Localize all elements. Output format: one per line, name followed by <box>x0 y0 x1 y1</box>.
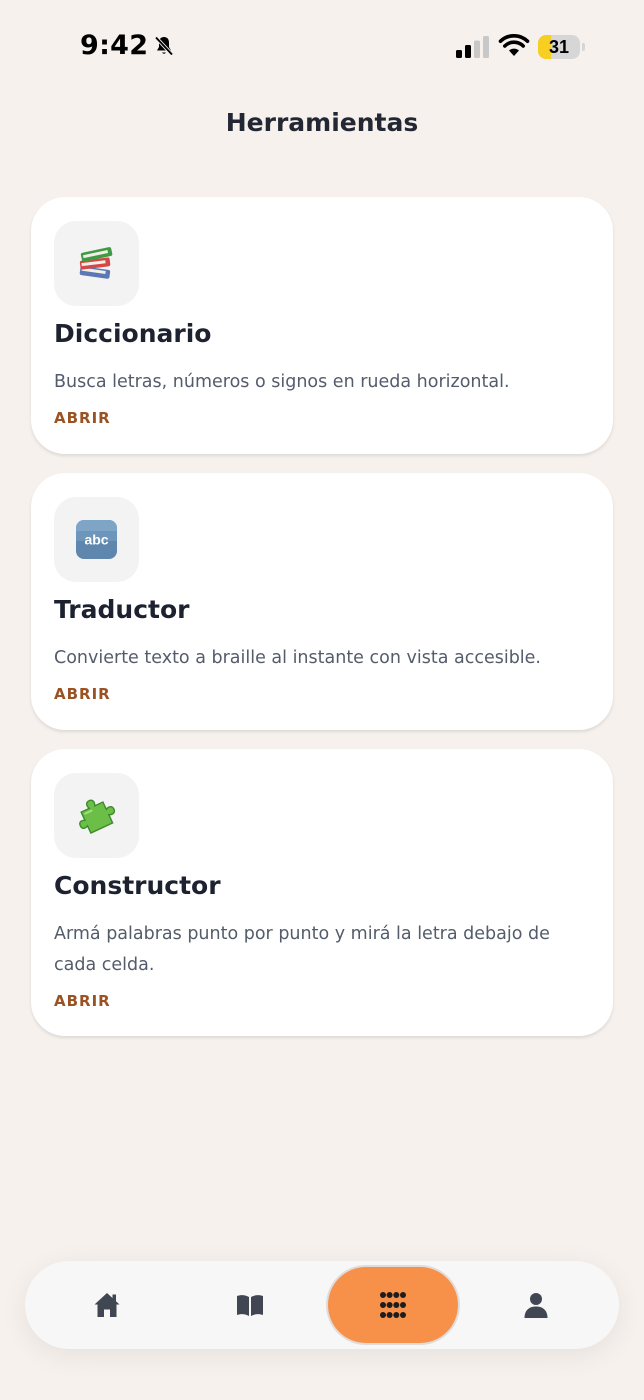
tool-icon-tile: abc <box>54 497 139 582</box>
tool-title: Constructor <box>54 871 221 900</box>
tab-tools[interactable] <box>328 1267 458 1343</box>
page-title: Herramientas <box>225 108 419 137</box>
books-icon <box>79 247 113 279</box>
puzzle-piece-icon <box>79 799 116 834</box>
book-open-icon <box>237 1295 263 1316</box>
abc-icon: abc <box>76 520 117 559</box>
bottom-tab-bar <box>25 1261 619 1349</box>
user-icon <box>524 1293 548 1318</box>
tool-card-traductor[interactable]: abc Traductor Convierte texto a braille … <box>31 473 613 730</box>
open-constructor-link[interactable]: ABRIR <box>54 992 111 1010</box>
tool-icon-tile <box>54 221 139 306</box>
open-traductor-link[interactable]: ABRIR <box>54 685 111 703</box>
battery-indicator: 31 <box>538 35 580 59</box>
tab-profile[interactable] <box>471 1267 601 1343</box>
wifi-icon <box>498 34 530 56</box>
tool-title: Diccionario <box>54 319 212 348</box>
battery-percentage: 31 <box>548 37 570 57</box>
tool-title: Traductor <box>54 595 190 624</box>
cellular-signal-icon <box>456 36 489 58</box>
status-bar: 9:42 31 <box>0 0 644 96</box>
svg-text:abc: abc <box>84 532 108 548</box>
home-icon <box>94 1293 120 1317</box>
tool-description: Convierte texto a braille al instante co… <box>54 648 541 668</box>
tool-description: Armá palabras punto por punto y mirá la … <box>54 924 550 975</box>
battery-cap <box>582 43 585 51</box>
tool-icon-tile <box>54 773 139 858</box>
tool-card-constructor[interactable]: Constructor Armá palabras punto por punt… <box>31 749 613 1036</box>
tab-library[interactable] <box>185 1267 315 1343</box>
status-time-group: 9:42 <box>80 30 176 61</box>
status-time: 9:42 <box>80 30 149 61</box>
grid-icon <box>380 1292 406 1318</box>
tool-card-diccionario[interactable]: Diccionario Busca letras, números o sign… <box>31 197 613 454</box>
tool-description: Busca letras, números o signos en rueda … <box>54 372 510 392</box>
bell-muted-icon <box>155 35 174 56</box>
tab-home[interactable] <box>42 1267 172 1343</box>
open-diccionario-link[interactable]: ABRIR <box>54 409 111 427</box>
